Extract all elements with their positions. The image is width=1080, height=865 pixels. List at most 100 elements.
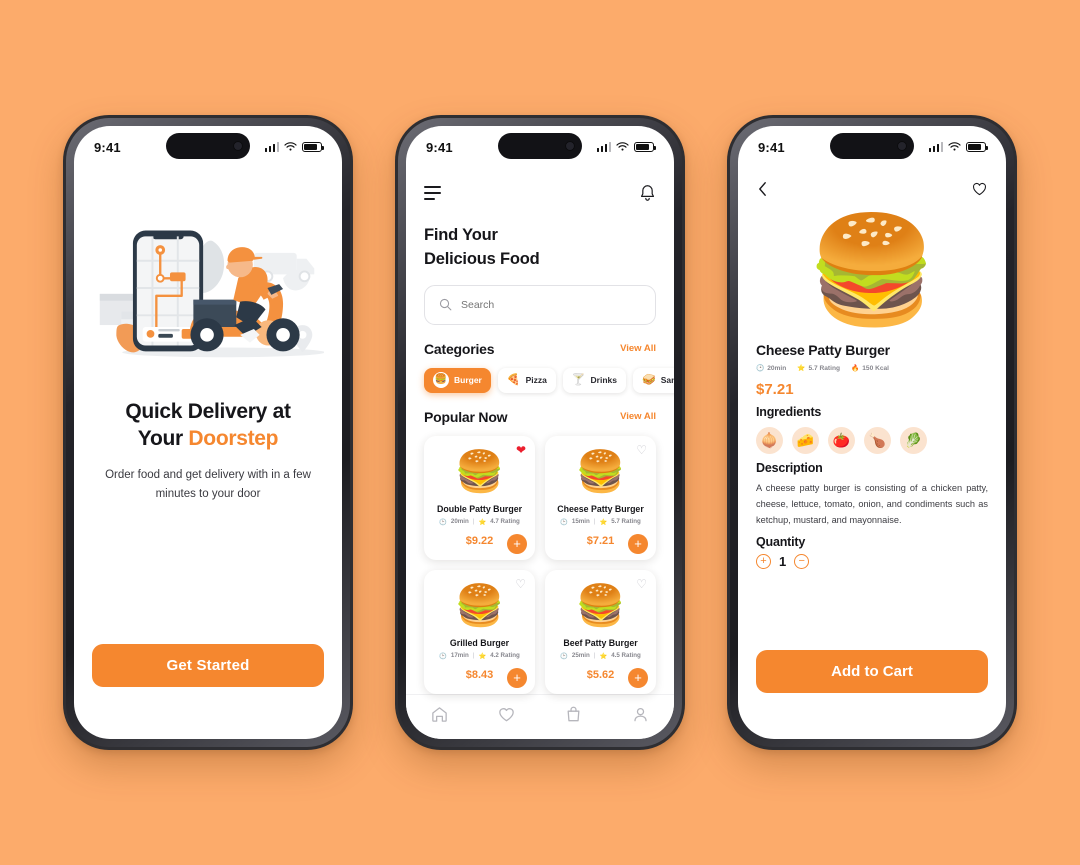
battery-icon xyxy=(302,142,324,152)
heart-outline-icon[interactable] xyxy=(971,181,988,197)
clock-icon: 🕑 xyxy=(439,518,447,526)
description-heading: Description xyxy=(756,461,823,475)
product-description: A cheese patty burger is consisting of a… xyxy=(756,483,988,526)
meta-separator: | xyxy=(472,518,475,526)
star-icon: ⭐ xyxy=(478,518,487,526)
food-rating: 5.7 Rating xyxy=(611,518,641,526)
ingredient-cheese-icon[interactable]: 🧀 xyxy=(792,427,819,454)
food-time: 17min xyxy=(450,652,469,660)
home-body: Find Your Delicious Food Categories View… xyxy=(406,168,674,739)
status-bar: 9:41 xyxy=(406,126,674,168)
pizza-icon: 🍕 xyxy=(506,373,521,386)
get-started-button[interactable]: Get Started xyxy=(92,644,324,687)
ingredient-chicken-leg-icon[interactable]: 🍗 xyxy=(864,427,891,454)
ingredient-onion-icon[interactable]: 🧅 xyxy=(756,427,783,454)
meta-separator: | xyxy=(593,652,596,660)
sidebar-item-profile[interactable] xyxy=(631,705,650,729)
favorite-heart-icon[interactable]: ♡ xyxy=(515,578,526,590)
food-price: $7.21 xyxy=(586,534,615,547)
food-rating: 4.2 Rating xyxy=(490,652,520,660)
food-card[interactable]: ♡ 🍔 Beef Patty Burger 🕑 25min | ⭐ 4.5 Ra… xyxy=(545,569,656,694)
sandwich-icon: 🥪 xyxy=(642,373,656,386)
sidebar-item-favorites[interactable] xyxy=(497,705,516,729)
food-meta: 🕑 25min | ⭐ 4.5 Rating xyxy=(553,652,648,660)
ingredient-tomato-icon[interactable]: 🍅 xyxy=(828,427,855,454)
food-price-row: $5.62 + xyxy=(553,665,648,688)
food-price: $9.22 xyxy=(465,534,494,547)
star-icon: ⭐ xyxy=(599,652,608,660)
dynamic-island xyxy=(498,133,582,159)
sidebar-item-home[interactable] xyxy=(430,705,449,729)
page-title: Quick Delivery at Your Doorstep xyxy=(92,398,324,453)
quantity-heading: Quantity xyxy=(756,535,806,550)
add-to-cart-button[interactable]: Add to Cart xyxy=(756,650,988,693)
category-chip-label: Burger xyxy=(454,375,482,386)
add-to-cart-icon-button[interactable]: + xyxy=(507,533,527,554)
headline-line-2: Your Doorstep xyxy=(92,425,324,452)
food-price-row: $9.22 + xyxy=(432,531,527,554)
popular-food-grid: ❤ 🍔 Double Patty Burger 🕑 20min | ⭐ 4.7 … xyxy=(424,435,656,694)
quantity-stepper: + 1 − xyxy=(756,554,988,570)
search-bar[interactable] xyxy=(424,284,656,325)
wifi-icon xyxy=(948,142,961,151)
food-time: 20min xyxy=(450,518,469,526)
categories-heading: Categories xyxy=(424,340,495,357)
fire-icon: 🔥 xyxy=(851,365,860,372)
search-icon xyxy=(439,299,452,311)
food-name: Beef Patty Burger xyxy=(563,637,638,648)
add-to-cart-icon-button[interactable]: + xyxy=(507,667,527,688)
food-time: 25min xyxy=(571,652,590,660)
hamburger-menu-icon[interactable] xyxy=(424,186,441,200)
front-camera-icon xyxy=(565,141,575,151)
clock-icon: 🕑 xyxy=(439,652,447,660)
add-to-cart-icon-button[interactable]: + xyxy=(628,533,648,554)
delivery-scooter-illustration xyxy=(92,214,324,364)
front-camera-icon xyxy=(233,141,243,151)
ingredient-lettuce-icon[interactable]: 🥬 xyxy=(900,427,927,454)
sidebar-item-bag[interactable] xyxy=(564,705,583,729)
shopping-bag-icon xyxy=(567,707,580,722)
food-image: 🍔 xyxy=(575,449,626,494)
drinks-icon: 🍸 xyxy=(571,373,586,386)
meta-separator: | xyxy=(472,652,475,660)
meta-separator: | xyxy=(593,518,596,526)
phone-mockup-detail: 9:41 🍔 Cheese Patty Burger 🕑 20min ⭐ 5.7… xyxy=(727,115,1017,750)
food-card[interactable]: ♡ 🍔 Cheese Patty Burger 🕑 15min | ⭐ 5.7 … xyxy=(545,435,656,560)
quantity-increase-button[interactable]: + xyxy=(756,554,771,570)
signal-bars-icon xyxy=(596,142,611,152)
favorite-heart-icon[interactable]: ♡ xyxy=(636,444,647,456)
favorite-heart-icon[interactable]: ♡ xyxy=(636,578,647,590)
food-image: 🍔 xyxy=(454,583,505,628)
headline-accent: Doorstep xyxy=(188,427,279,451)
category-chip-burger[interactable]: 🍔 Burger xyxy=(424,367,491,393)
category-chip-label: Pizza xyxy=(525,375,547,386)
food-price-row: $7.21 + xyxy=(553,531,648,554)
food-rating: 4.7 Rating xyxy=(490,518,520,526)
category-chip-drinks[interactable]: 🍸 Drinks xyxy=(562,367,627,393)
food-image: 🍔 xyxy=(454,449,505,494)
battery-icon xyxy=(634,142,656,152)
home-top-bar xyxy=(424,176,656,210)
heart-icon xyxy=(499,708,514,722)
product-hero-image: 🍔 xyxy=(806,211,938,329)
category-chip-pizza[interactable]: 🍕 Pizza xyxy=(497,367,556,393)
categories-view-all-link[interactable]: View All xyxy=(620,343,656,354)
popular-view-all-link[interactable]: View All xyxy=(620,411,656,422)
search-input[interactable] xyxy=(461,298,641,311)
chevron-left-icon[interactable] xyxy=(756,181,769,197)
ingredients-heading: Ingredients xyxy=(756,405,822,419)
status-icons xyxy=(264,142,324,152)
product-time: 🕑 20min xyxy=(756,364,787,373)
notification-bell-icon[interactable] xyxy=(639,184,656,202)
category-chip-sandwich[interactable]: 🥪 Sandwich xyxy=(633,367,674,393)
product-title: Cheese Patty Burger xyxy=(756,342,890,358)
food-name: Double Patty Burger xyxy=(436,503,523,514)
front-camera-icon xyxy=(897,141,907,151)
food-card[interactable]: ❤ 🍔 Double Patty Burger 🕑 20min | ⭐ 4.7 … xyxy=(424,435,535,560)
food-card[interactable]: ♡ 🍔 Grilled Burger 🕑 17min | ⭐ 4.2 Ratin… xyxy=(424,569,535,694)
add-to-cart-icon-button[interactable]: + xyxy=(628,667,648,688)
onboarding-body: Quick Delivery at Your Doorstep Order fo… xyxy=(74,168,342,739)
screen-onboarding: 9:41 Quick Delivery at Your Doorstep Ord… xyxy=(74,126,342,739)
quantity-decrease-button[interactable]: − xyxy=(794,554,810,570)
favorite-heart-icon[interactable]: ❤ xyxy=(516,444,526,456)
